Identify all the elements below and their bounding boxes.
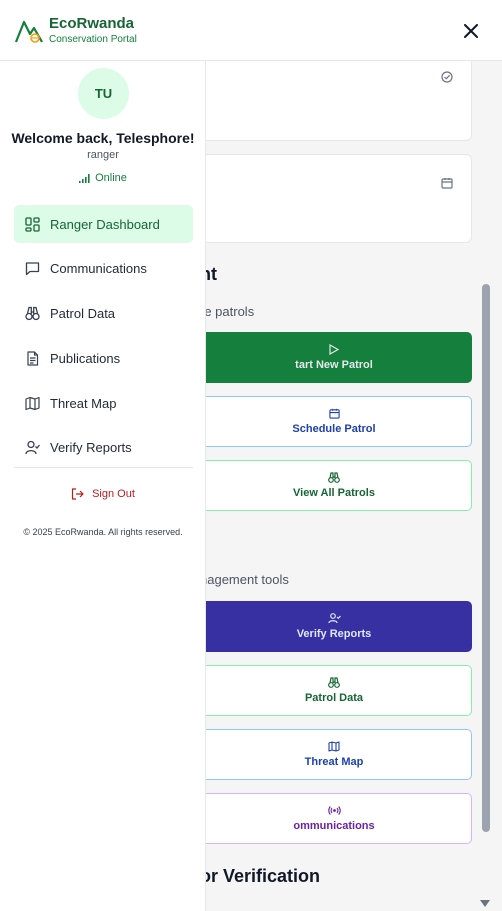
play-icon bbox=[329, 344, 339, 355]
verify-reports-label: Verify Reports bbox=[296, 628, 372, 640]
patrol-data-label: Patrol Data bbox=[304, 692, 364, 704]
document-icon bbox=[24, 350, 40, 366]
signal-icon bbox=[79, 173, 90, 183]
binoculars-icon bbox=[328, 677, 340, 688]
calendar-icon bbox=[328, 408, 340, 419]
logout-icon bbox=[71, 488, 84, 500]
section-sub-management: nagement tools bbox=[206, 572, 289, 587]
scroll-down-arrow-icon[interactable] bbox=[480, 900, 490, 907]
scrollbar[interactable] bbox=[482, 284, 490, 832]
logo-mountain-icon bbox=[14, 20, 43, 43]
start-new-patrol-button[interactable]: tart New Patrol bbox=[206, 332, 472, 383]
schedule-patrol-label: Schedule Patrol bbox=[292, 423, 376, 435]
view-all-patrols-button[interactable]: View All Patrols bbox=[206, 460, 472, 511]
dashboard-icon bbox=[24, 216, 40, 232]
communications-label: ommunications bbox=[293, 820, 375, 832]
map-icon bbox=[24, 395, 40, 411]
threat-map-button[interactable]: Threat Map bbox=[206, 729, 472, 780]
background-page: nt re patrols tart New Patrol Schedule P… bbox=[206, 61, 502, 911]
stat-card-completed bbox=[206, 61, 472, 141]
schedule-patrol-button[interactable]: Schedule Patrol bbox=[206, 396, 472, 447]
section-heading-verification: or Verification bbox=[206, 866, 321, 886]
stat-card-scheduled bbox=[206, 154, 472, 243]
close-button[interactable] bbox=[460, 20, 482, 42]
brand[interactable]: EcoRwanda Conservation Portal bbox=[14, 14, 137, 46]
sidebar-item-ranger-dashboard[interactable]: Ranger Dashboard bbox=[14, 205, 193, 243]
sidebar-item-label: Patrol Data bbox=[50, 306, 116, 322]
sidebar-item-publications[interactable]: Publications bbox=[14, 339, 193, 377]
sidebar-item-patrol-data[interactable]: Patrol Data bbox=[14, 295, 193, 333]
user-role: ranger bbox=[87, 149, 119, 161]
radio-icon bbox=[327, 806, 341, 815]
brand-subtitle: Conservation Portal bbox=[49, 33, 137, 45]
section-sub-patrol: re patrols bbox=[206, 304, 255, 319]
sidebar-item-label: Verify Reports bbox=[50, 440, 132, 456]
close-icon bbox=[464, 24, 478, 38]
sidebar-item-verify-reports[interactable]: Verify Reports bbox=[14, 429, 193, 467]
copyright: © 2025 EcoRwanda. All rights reserved. bbox=[23, 527, 183, 537]
map-icon bbox=[328, 741, 340, 752]
patrol-data-button[interactable]: Patrol Data bbox=[206, 665, 472, 716]
check-circle-icon bbox=[441, 71, 453, 83]
sidebar-item-communications[interactable]: Communications bbox=[14, 250, 193, 288]
view-all-patrols-label: View All Patrols bbox=[293, 487, 375, 499]
calendar-icon bbox=[441, 178, 453, 189]
brand-name: EcoRwanda bbox=[49, 14, 135, 32]
side-drawer: TU Welcome back, Telesphore! ranger Onli… bbox=[0, 61, 206, 911]
divider bbox=[14, 467, 193, 468]
threat-map-label: Threat Map bbox=[304, 756, 364, 768]
user-check-icon bbox=[24, 440, 40, 456]
welcome-message: Welcome back, Telesphore! bbox=[11, 130, 195, 146]
sidebar-item-label: Communications bbox=[50, 261, 147, 277]
online-status: Online bbox=[0, 172, 206, 184]
top-bar: EcoRwanda Conservation Portal bbox=[0, 0, 502, 61]
binoculars-icon bbox=[328, 472, 340, 483]
message-icon bbox=[24, 261, 40, 277]
section-heading-patrol: nt bbox=[206, 264, 217, 284]
start-new-patrol-label: tart New Patrol bbox=[295, 359, 373, 371]
avatar: TU bbox=[78, 68, 129, 119]
sidebar-item-label: Threat Map bbox=[50, 395, 117, 411]
sign-out-label: Sign Out bbox=[92, 488, 135, 500]
sidebar-item-label: Ranger Dashboard bbox=[50, 216, 160, 232]
online-status-label: Online bbox=[95, 172, 127, 184]
sidebar-nav: Ranger Dashboard Communications Patrol D… bbox=[14, 205, 193, 474]
sidebar-item-label: Publications bbox=[50, 350, 121, 366]
binoculars-icon bbox=[24, 306, 40, 322]
verify-reports-button[interactable]: Verify Reports bbox=[206, 601, 472, 652]
sidebar-item-threat-map[interactable]: Threat Map bbox=[14, 384, 193, 422]
sign-out-button[interactable]: Sign Out bbox=[0, 488, 206, 500]
communications-button[interactable]: ommunications bbox=[206, 793, 472, 844]
user-check-icon bbox=[327, 613, 341, 624]
